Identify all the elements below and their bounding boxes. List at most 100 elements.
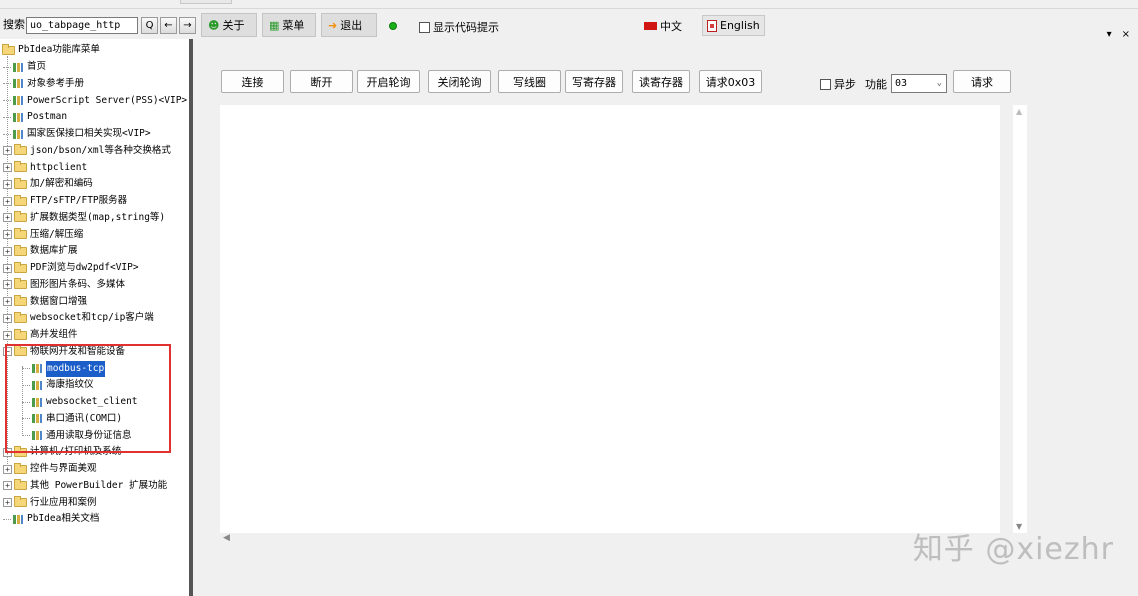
tree-item-label: PbIdea相关文档 — [27, 513, 100, 525]
tree-item[interactable]: + 图形图片条码、多媒体 — [3, 277, 125, 293]
document-icon — [707, 19, 717, 32]
folder-icon — [14, 496, 27, 507]
folder-icon — [14, 295, 27, 306]
tree-item[interactable]: + 扩展数据类型(map,string等) — [3, 210, 165, 226]
search-input[interactable]: uo_tabpage_http — [26, 17, 138, 34]
user-icon: ☻ — [208, 18, 220, 32]
tree-item[interactable]: + websocket和tcp/ip客户端 — [3, 310, 154, 326]
write-coil-button[interactable]: 写线圈 — [498, 70, 561, 93]
lang-english-button[interactable]: English — [702, 15, 765, 36]
expand-icon[interactable]: + — [3, 146, 12, 156]
expand-icon[interactable]: + — [3, 179, 12, 189]
china-flag-icon — [644, 21, 657, 30]
tree-item[interactable]: + 加/解密和编码 — [3, 176, 93, 192]
tree-item[interactable]: + 数据窗口增强 — [3, 294, 87, 310]
tree-item[interactable]: PowerScript Server(PSS)<VIP> — [3, 93, 187, 109]
expand-icon[interactable]: + — [3, 464, 12, 474]
tree-item[interactable]: + 其他 PowerBuilder 扩展功能 — [3, 478, 167, 494]
connect-button[interactable]: 连接 — [221, 70, 284, 93]
page-icon — [13, 96, 23, 105]
folder-icon — [14, 261, 27, 273]
tree-item[interactable]: 对象参考手册 — [3, 76, 84, 92]
menu-button[interactable]: ▦ 菜单 — [262, 13, 316, 37]
tree-item[interactable]: PbIdea相关文档 — [3, 511, 99, 527]
folder-icon — [14, 228, 27, 239]
read-register-button[interactable]: 读寄存器 — [632, 70, 690, 93]
expand-icon[interactable]: + — [3, 330, 12, 340]
tab-stub[interactable] — [180, 0, 232, 4]
chevron-down-icon[interactable]: ⌄ — [937, 75, 942, 92]
tree-item[interactable]: + 高并发组件 — [3, 327, 78, 343]
about-label: 关于 — [222, 19, 245, 32]
scroll-left-icon[interactable]: ◀ — [223, 533, 230, 543]
function-label: 功能 — [865, 78, 887, 91]
tree-item-label: 数据库扩展 — [30, 245, 78, 257]
show-code-hint-label: 显示代码提示 — [433, 21, 499, 34]
checkbox-box[interactable] — [419, 21, 430, 33]
search-icon[interactable]: Q — [141, 17, 158, 34]
page-icon — [13, 62, 23, 72]
request-0x03-button[interactable]: 请求0x03 — [699, 70, 762, 93]
expand-icon[interactable]: + — [3, 196, 12, 206]
expand-icon[interactable]: + — [3, 280, 12, 290]
expand-icon[interactable]: + — [3, 213, 12, 223]
vertical-scrollbar[interactable]: ▲ ▼ — [1013, 105, 1027, 533]
expand-icon[interactable]: + — [3, 163, 12, 172]
tree-item-label: 压缩/解压缩 — [30, 228, 84, 240]
tree-item[interactable]: + 控件与界面美观 — [3, 461, 97, 477]
tree-item[interactable]: + 行业应用和案例 — [3, 495, 97, 511]
disconnect-button[interactable]: 断开 — [290, 70, 353, 93]
tree-item[interactable]: 首页 — [3, 59, 46, 75]
horizontal-scrollbar[interactable]: ◀ — [220, 533, 1000, 547]
highlight-box — [5, 344, 171, 453]
tree-item-label: 其他 PowerBuilder 扩展功能 — [30, 479, 168, 491]
exit-button[interactable]: ➜ 退出 — [321, 13, 377, 37]
expand-icon[interactable]: + — [3, 481, 12, 491]
tree-item[interactable]: 国家医保接口相关实现<VIP> — [3, 126, 151, 142]
back-arrow-icon[interactable]: ← — [160, 17, 177, 34]
tree-item[interactable]: + 压缩/解压缩 — [3, 227, 83, 243]
function-select[interactable]: 03 ⌄ — [891, 74, 947, 93]
expand-icon[interactable]: + — [3, 498, 12, 507]
tree-item-label: 对象参考手册 — [27, 77, 85, 89]
async-checkbox-box[interactable] — [820, 78, 831, 90]
tree-item-label: json/bson/xml等各种交换格式 — [30, 144, 171, 156]
tree-item[interactable]: + httpclient — [3, 160, 87, 176]
expand-icon[interactable]: + — [3, 230, 12, 239]
expand-icon[interactable]: + — [3, 313, 12, 323]
log-textarea[interactable]: ▲ ▼ — [220, 105, 1027, 533]
request-button[interactable]: 请求 — [953, 70, 1011, 93]
function-tree: PbIdea功能库菜单 首页对象参考手册 PowerScript Server(P… — [0, 39, 189, 596]
forward-arrow-icon[interactable]: → — [179, 17, 196, 34]
show-code-hint-checkbox[interactable]: 显示代码提示 — [419, 19, 499, 35]
top-strip — [0, 0, 1138, 8]
modbus-panel: 连接 断开 开启轮询 关闭轮询 写线圈 写寄存器 读寄存器 请求0x03 异步 … — [193, 39, 1138, 596]
tree-item[interactable]: + FTP/sFTP/FTP服务器 — [3, 193, 127, 209]
write-register-button[interactable]: 写寄存器 — [565, 70, 623, 93]
async-checkbox[interactable]: 异步 — [820, 76, 856, 92]
tree-item-label: 加/解密和编码 — [30, 178, 93, 190]
lang-english-label: English — [720, 19, 760, 32]
expand-icon[interactable]: + — [3, 297, 12, 306]
folder-icon — [14, 479, 27, 491]
tree-item[interactable]: + PDF浏览与dw2pdf<VIP> — [3, 260, 139, 276]
tree-root[interactable]: PbIdea功能库菜单 — [2, 42, 100, 58]
about-button[interactable]: ☻ 关于 — [201, 13, 257, 37]
folder-icon — [14, 462, 27, 474]
start-poll-button[interactable]: 开启轮询 — [357, 70, 420, 93]
lang-chinese-button[interactable]: 中文 — [640, 15, 686, 36]
expand-icon[interactable]: + — [3, 263, 12, 273]
tree-connector — [3, 66, 11, 68]
tree-item-label: 扩展数据类型(map,string等) — [30, 211, 166, 223]
tree-item-label: Postman — [27, 111, 68, 123]
scroll-up-icon[interactable]: ▲ — [1016, 107, 1022, 116]
folder-icon — [14, 311, 27, 323]
tree-item[interactable]: Postman — [3, 109, 67, 125]
tree-item[interactable]: + 数据库扩展 — [3, 243, 78, 259]
stop-poll-button[interactable]: 关闭轮询 — [428, 70, 491, 93]
tree-item[interactable]: + json/bson/xml等各种交换格式 — [3, 143, 171, 159]
async-label: 异步 — [834, 78, 856, 91]
expand-icon[interactable]: + — [3, 246, 12, 256]
exit-arrow-icon: ➜ — [328, 18, 338, 32]
watermark: 知乎 @xiezhr — [912, 532, 1114, 567]
